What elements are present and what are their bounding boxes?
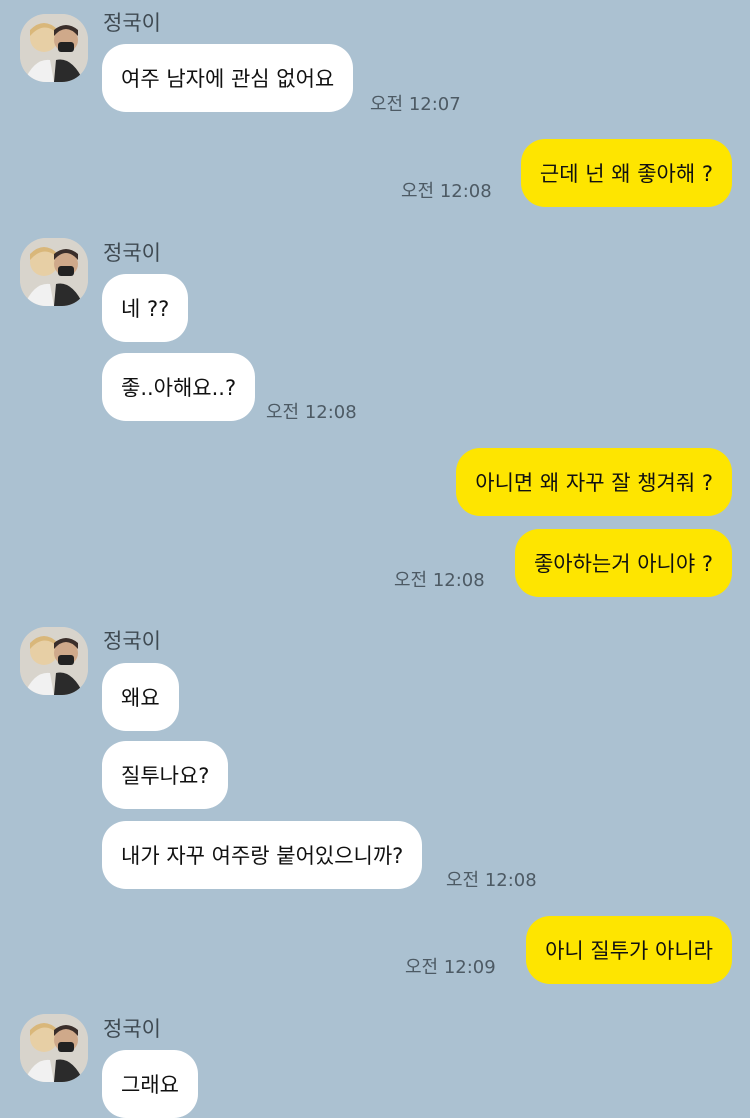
message-bubble-outgoing[interactable]: 근데 넌 왜 좋아해 ? bbox=[520, 139, 732, 207]
avatar-photo-icon bbox=[20, 627, 88, 695]
message-bubble-incoming[interactable]: 내가 자꾸 여주랑 붙어있으니까? bbox=[102, 821, 423, 889]
contact-name: 정국이 bbox=[103, 11, 161, 35]
avatar-photo-icon bbox=[20, 238, 88, 306]
message-time: 오전 12:08 bbox=[394, 570, 485, 591]
message-time: 오전 12:08 bbox=[401, 181, 492, 202]
message-bubble-incoming[interactable]: 그래요 bbox=[102, 1050, 198, 1118]
contact-name: 정국이 bbox=[103, 1017, 161, 1041]
contact-name: 정국이 bbox=[103, 629, 161, 653]
contact-name: 정국이 bbox=[103, 241, 161, 265]
avatar-photo-icon bbox=[20, 14, 88, 82]
contact-avatar[interactable] bbox=[20, 238, 88, 306]
contact-avatar[interactable] bbox=[20, 14, 88, 82]
message-bubble-outgoing[interactable]: 아니면 왜 자꾸 잘 챙겨줘 ? bbox=[456, 448, 732, 516]
message-time: 오전 12:07 bbox=[370, 94, 461, 115]
message-bubble-outgoing[interactable]: 아니 질투가 아니라 bbox=[526, 916, 732, 984]
message-bubble-incoming[interactable]: 좋..아해요..? bbox=[102, 353, 256, 421]
message-bubble-outgoing[interactable]: 좋아하는거 아니야 ? bbox=[514, 529, 732, 597]
message-time: 오전 12:09 bbox=[405, 957, 496, 978]
message-time: 오전 12:08 bbox=[266, 402, 357, 423]
contact-avatar[interactable] bbox=[20, 627, 88, 695]
avatar-photo-icon bbox=[20, 1014, 88, 1082]
message-bubble-incoming[interactable]: 왜요 bbox=[102, 663, 179, 731]
chat-room: 정국이 여주 남자에 관심 없어요 오전 12:07 근데 넌 왜 좋아해 ? … bbox=[0, 0, 750, 1118]
message-bubble-incoming[interactable]: 네 ?? bbox=[102, 274, 189, 342]
message-bubble-incoming[interactable]: 여주 남자에 관심 없어요 bbox=[102, 44, 354, 112]
contact-avatar[interactable] bbox=[20, 1014, 88, 1082]
message-bubble-incoming[interactable]: 질투나요? bbox=[102, 741, 229, 809]
message-time: 오전 12:08 bbox=[446, 870, 537, 891]
